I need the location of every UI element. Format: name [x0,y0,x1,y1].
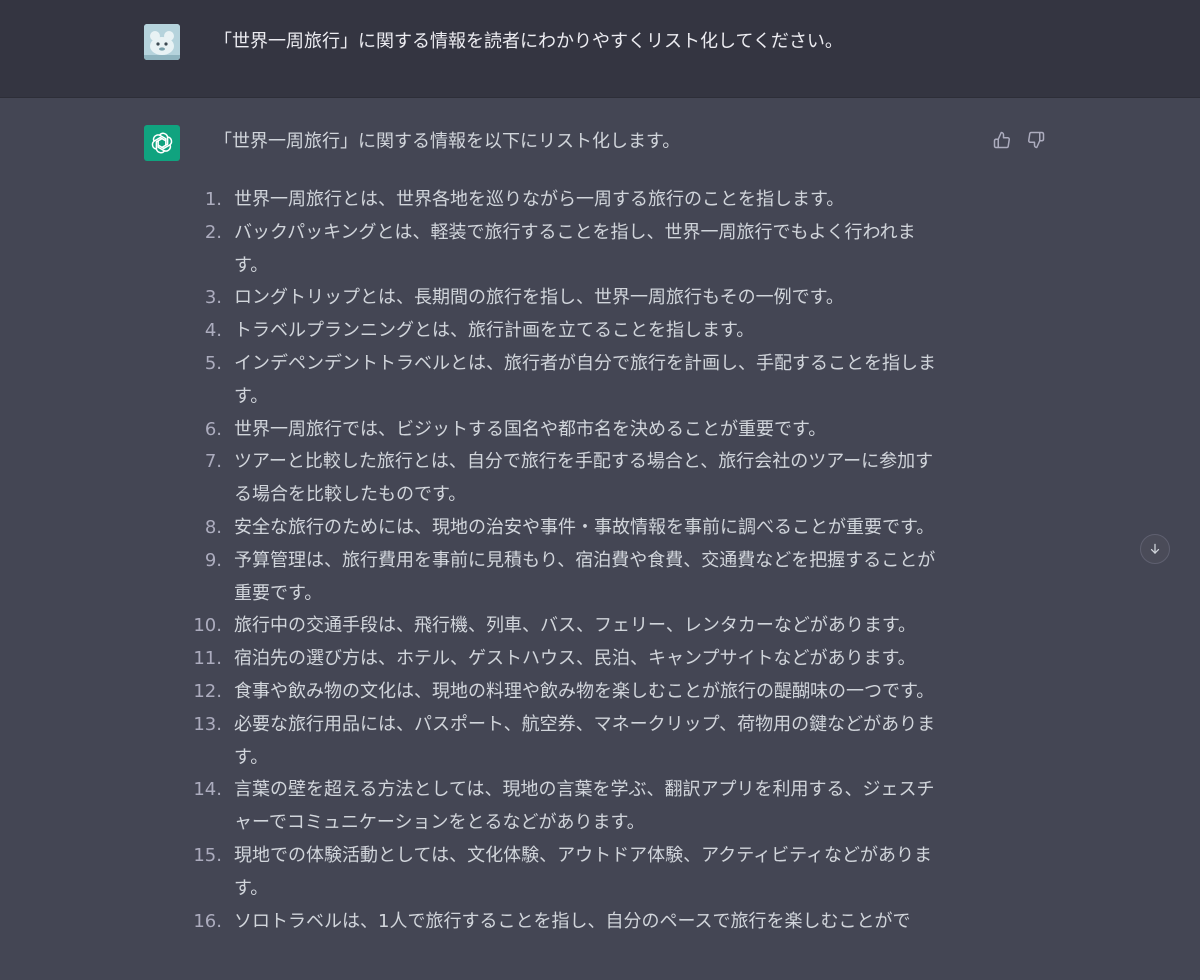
thumbs-down-button[interactable] [1024,128,1048,152]
list-item-number: 4. [204,320,222,342]
list-item: 6. 世界一周旅行では、ビジットする国名や都市名を決めることが重要です。 [190,414,980,447]
list-item-text: 必要な旅行用品には、パスポート、航空券、マネークリップ、荷物用の鍵などがありま [234,713,936,735]
list-item-text: トラベルプランニングとは、旅行計画を立てることを指します。 [234,320,755,342]
list-item: 7. ツアーと比較した旅行とは、自分で旅行を手配する場合と、旅行会社のツアーに参加… [190,446,980,512]
list-item: 9. 予算管理は、旅行費用を事前に見積もり、宿泊費や食費、交通費などを把握すること… [190,545,980,611]
list-item-number: 6. [204,418,222,440]
list-item-text: ロングトリップとは、長期間の旅行を指し、世界一周旅行もその一例です。 [234,287,844,309]
list-item-number: 2. [204,221,222,243]
list-item-number: 12. [193,680,222,702]
list-item: 15. 現地での体験活動としては、文化体験、アウトドア体験、アクティビティなどがあ… [190,840,980,906]
list-item-text: ャーでコミュニケーションをとるなどがあります。 [234,812,645,834]
list-item: 1. 世界一周旅行とは、世界各地を巡りながら一周する旅行のことを指します。 [190,184,980,217]
list-item-text: 予算管理は、旅行費用を事前に見積もり、宿泊費や食費、交通費などを把握することが [234,549,936,571]
assistant-list: 1. 世界一周旅行とは、世界各地を巡りながら一周する旅行のことを指します。 2. バッ… [190,184,980,938]
list-item-number: 10. [193,615,222,637]
list-item-text: す。 [234,746,269,768]
list-item: 8. 安全な旅行のためには、現地の治安や事件・事故情報を事前に調べることが重要です… [190,512,980,545]
list-item-number: 14. [193,779,222,801]
list-item-text: 世界一周旅行では、ビジットする国名や都市名を決めることが重要です。 [234,418,827,440]
list-item: 13. 必要な旅行用品には、パスポート、航空券、マネークリップ、荷物用の鍵などがあ… [190,709,980,775]
list-item-text: バックパッキングとは、軽装で旅行することを指し、世界一周旅行でもよく行われま [234,221,916,243]
list-item-text: 安全な旅行のためには、現地の治安や事件・事故情報を事前に調べることが重要です。 [234,516,935,538]
list-item-text: ツアーと比較した旅行とは、自分で旅行を手配する場合と、旅行会社のツアーに参加す [234,451,934,473]
list-item: 10. 旅行中の交通手段は、飛行機、列車、バス、フェリー、レンタカーなどがあります… [190,610,980,643]
arrow-down-icon [1150,543,1160,554]
list-item-text: インデペンデントトラベルとは、旅行者が自分で旅行を計画し、手配することを指しま [234,352,936,374]
openai-logo-icon [144,125,180,161]
list-item-number: 16. [193,910,222,932]
list-item: 3. ロングトリップとは、長期間の旅行を指し、世界一周旅行もその一例です。 [190,282,980,315]
list-item-number: 9. [204,549,222,571]
list-item-text: る場合を比較したものです。 [234,484,467,506]
assistant-message-row: 「世界一周旅行」に関する情報を以下にリスト化します。 1. 世界一周旅行とは、世界… [0,98,1200,980]
thumbs-up-icon [993,131,1010,149]
list-item-text: 重要です。 [234,582,323,604]
list-item-number: 1. [204,189,222,210]
list-item-text: 食事や飲み物の文化は、現地の料理や飲み物を楽しむことが旅行の醍醐味の一つです。 [234,680,935,702]
list-item-text: す。 [234,877,269,899]
list-item-text: す。 [234,385,269,407]
list-item-text: 世界一周旅行とは、世界各地を巡りながら一周する旅行のことを指します。 [234,189,845,210]
list-item-number: 11. [193,648,222,670]
list-item-text: 旅行中の交通手段は、飛行機、列車、バス、フェリー、レンタカーなどがあります。 [234,615,917,637]
list-item: 14. 言葉の壁を超える方法としては、現地の言葉を学ぶ、翻訳アプリを利用する、ジェ… [190,774,980,840]
list-item-text: す。 [234,254,269,276]
list-item: 4. トラベルプランニングとは、旅行計画を立てることを指します。 [190,315,980,348]
list-item: 12. 食事や飲み物の文化は、現地の料理や飲み物を楽しむことが旅行の醍醐味の一つで… [190,676,980,709]
scroll-down-button[interactable] [1140,534,1170,564]
list-item-text: 言葉の壁を超える方法としては、現地の言葉を学ぶ、翻訳アプリを利用する、ジェスチ [234,779,935,801]
list-item: 5. インデペンデントトラベルとは、旅行者が自分で旅行を計画し、手配することを指し… [190,348,980,414]
thumbs-down-icon [1028,131,1045,149]
list-item-text: 宿泊先の選び方は、ホテル、ゲストハウス、民泊、キャンプサイトなどがあります。 [234,648,916,670]
list-item-number: 15. [193,844,222,866]
list-item: 2. バックパッキングとは、軽装で旅行することを指し、世界一周旅行でもよく行われま… [190,217,980,283]
user-message-row: 「世界一周旅行」に関する情報を読者にわかりやすくリスト化してください。 [0,0,1200,98]
thumbs-up-button[interactable] [990,128,1014,152]
list-item-number: 3. [204,287,222,309]
list-item-number: 5. [204,352,222,374]
user-avatar-icon [144,24,180,60]
assistant-intro-text: 「世界一周旅行」に関する情報を以下にリスト化します。 [214,131,681,152]
list-item: 11. 宿泊先の選び方は、ホテル、ゲストハウス、民泊、キャンプサイトなどがあります… [190,643,980,676]
list-item-number: 8. [204,516,222,538]
list-item-number: 7. [204,451,222,473]
list-item-number: 13. [193,713,222,735]
list-item-text: ソロトラベルは、1人で旅行することを指し、自分のペースで旅行を楽しむことがで [234,910,911,932]
list-item-text: 現地での体験活動としては、文化体験、アウトドア体験、アクティビティなどがありま [234,844,933,866]
list-item: 16. ソロトラベルは、1人で旅行することを指し、自分のペースで旅行を楽しむことが… [190,906,980,939]
user-message-text: 「世界一周旅行」に関する情報を読者にわかりやすくリスト化してください。 [214,31,843,52]
